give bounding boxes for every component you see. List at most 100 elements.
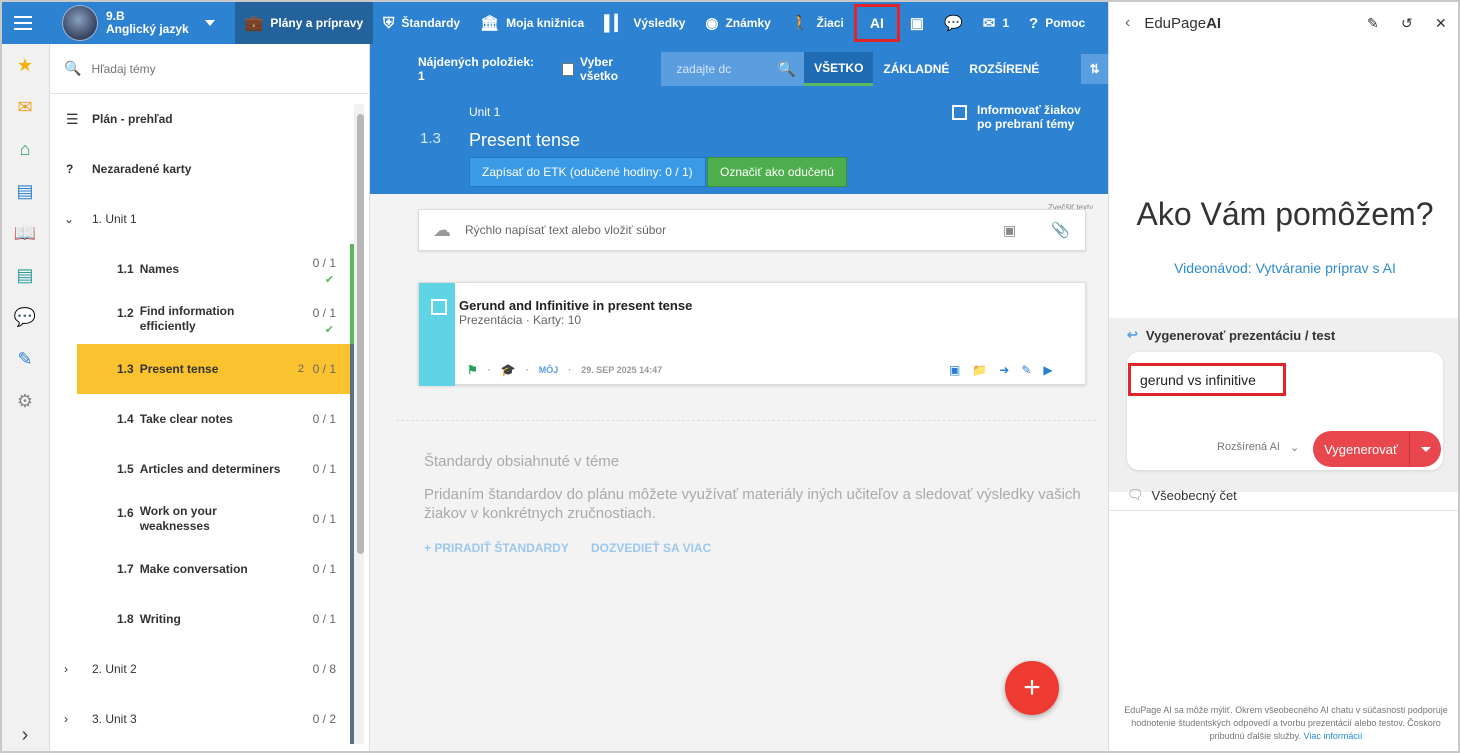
generate-button[interactable]: Vygenerovať xyxy=(1313,431,1441,467)
sort-icon[interactable]: ⇅ xyxy=(1081,54,1108,84)
panel-title-suffix: AI xyxy=(1206,14,1222,32)
select-all-label: Vyber všetko xyxy=(580,55,619,83)
notebook-icon[interactable]: ▤ xyxy=(14,180,36,202)
prompt-input[interactable]: gerund vs infinitive xyxy=(1128,363,1286,396)
topic-row[interactable]: 1.8 Writing 0 / 1 xyxy=(50,594,354,644)
topic-number: 1.3 xyxy=(420,130,441,147)
nav-grades[interactable]: ◉ Známky xyxy=(695,2,780,44)
nav-ai[interactable]: AI xyxy=(853,4,900,42)
topic-row[interactable]: 1.5 Articles and determiners 0 / 1 xyxy=(50,444,354,494)
scrollbar-thumb[interactable] xyxy=(357,114,364,554)
nav-help[interactable]: ? Pomoc xyxy=(1019,2,1095,44)
prompt-card: gerund vs infinitive Rozšírená AI ⌄ Vyge… xyxy=(1127,352,1443,470)
unsorted-row[interactable]: ? Nezaradené karty xyxy=(50,144,350,194)
card-search-input[interactable]: zadajte dc 🔍 xyxy=(660,52,805,86)
assign-standards-link[interactable]: + PRIRADIŤ ŠTANDARDY xyxy=(424,541,569,555)
divider xyxy=(396,420,1096,421)
standards-heading: Štandardy obsiahnuté v téme xyxy=(424,453,620,470)
bar-chart-icon: ▌▎ xyxy=(604,14,627,32)
notify-checkbox[interactable] xyxy=(952,105,967,120)
folder-icon[interactable]: 📁 xyxy=(972,363,987,377)
write-etk-button[interactable]: Zapísať do ETK (odučené hodiny: 0 / 1) xyxy=(469,157,706,187)
unit-row[interactable]: › 2. Unit 2 0 / 8 xyxy=(50,644,354,694)
history-icon[interactable]: ↺ xyxy=(1401,15,1413,32)
menu-icon[interactable] xyxy=(2,2,44,44)
card-date: 29. SEP 2025 14:47 xyxy=(581,365,663,375)
topic-row[interactable]: 1.2 Find information efficiently 0 / 1 ✔ xyxy=(50,294,354,344)
mail-icon[interactable]: ✉ xyxy=(14,96,36,118)
more-info-link[interactable]: Viac informácií xyxy=(1304,731,1363,741)
class-selector[interactable]: 9.B Anglický jazyk xyxy=(44,2,225,44)
pencil-icon[interactable]: ✎ xyxy=(1021,363,1031,377)
home-icon[interactable]: ⌂ xyxy=(14,138,36,160)
nav-results[interactable]: ▌▎ Výsledky xyxy=(594,2,695,44)
nav-cast[interactable]: ▣ xyxy=(900,2,934,44)
class-avatar xyxy=(62,5,98,41)
nav-students[interactable]: 🚶 Žiaci xyxy=(781,2,854,44)
card-checkbox[interactable] xyxy=(431,299,447,315)
topic-badge: 2 xyxy=(297,363,304,375)
topic-row[interactable]: 1.4 Take clear notes 0 / 1 xyxy=(50,394,354,444)
page-title: Present tense xyxy=(469,130,581,150)
book-icon[interactable]: 📖 xyxy=(14,222,36,244)
nav-messages[interactable]: ✉ 1 xyxy=(973,2,1019,44)
students-icon: 🚶 xyxy=(790,14,810,32)
card-subtitle: Prezentácia · Karty: 10 xyxy=(459,313,582,327)
topic-search-input[interactable] xyxy=(91,61,292,76)
message-count: 1 xyxy=(1002,16,1010,30)
card-meta: ⚑ · 🎓 · MÔJ · 29. SEP 2025 14:47 xyxy=(467,363,663,377)
unit-row[interactable]: ⌄ 1. Unit 1 xyxy=(50,194,350,244)
search-icon[interactable]: 🔍 xyxy=(777,60,796,78)
ai-panel-header: ‹ EduPage AI ✎ ↺ ✕ xyxy=(1109,2,1458,44)
messages-icon[interactable]: 💬 xyxy=(14,306,36,328)
top-bar: 9.B Anglický jazyk 💼 Plány a prípravy ⛨ … xyxy=(2,2,1108,44)
quick-write-input[interactable]: ☁ Rýchlo napísať text alebo vložiť súbor… xyxy=(418,209,1086,251)
topic-row[interactable]: 1.1 Names 0 / 1 ✔ xyxy=(50,244,354,294)
general-chat-item[interactable]: 🗨 Všeobecný čet xyxy=(1127,487,1237,503)
add-button[interactable]: + xyxy=(1005,661,1059,715)
question-icon: ? xyxy=(66,162,74,176)
nav-standards[interactable]: ⛨ Štandardy xyxy=(373,2,470,44)
briefcase-icon: 💼 xyxy=(244,14,264,32)
cast-icon[interactable]: ▣ xyxy=(949,363,960,377)
topic-row[interactable]: 1.6 Work on your weaknesses 0 / 1 xyxy=(50,494,354,544)
nav-chat[interactable]: 💬 xyxy=(934,2,973,44)
found-count: Nájdených položiek: 1 xyxy=(418,55,535,83)
attachment-icon[interactable]: 📎 xyxy=(1051,221,1070,239)
login-icon[interactable]: ➜ xyxy=(999,363,1009,377)
tab-all[interactable]: VŠETKO xyxy=(804,52,874,86)
chevron-right-icon[interactable]: › xyxy=(14,724,36,746)
select-all-checkbox[interactable] xyxy=(561,62,575,76)
shield-icon: ⛨ xyxy=(383,14,395,32)
play-icon[interactable]: ▶ xyxy=(1043,363,1052,377)
topic-row[interactable]: 1.7 Make conversation 0 / 1 xyxy=(50,544,354,594)
image-icon[interactable]: ▣ xyxy=(1003,222,1016,239)
tag-icon[interactable]: ⚑ xyxy=(467,363,478,377)
tab-basic[interactable]: ZÁKLADNÉ xyxy=(873,52,959,86)
gear-icon[interactable]: ⚙ xyxy=(14,390,36,412)
topic-content: Zvečšiť texty ☁ Rýchlo napísať text aleb… xyxy=(370,194,1108,751)
video-tutorial-link[interactable]: Videonávod: Vytváranie príprav s AI xyxy=(1109,260,1458,276)
close-icon[interactable]: ✕ xyxy=(1435,15,1447,32)
nav-plans[interactable]: 💼 Plány a prípravy xyxy=(234,2,374,44)
ai-mode-select[interactable]: Rozšírená AI ⌄ xyxy=(1217,441,1299,454)
pen-icon[interactable]: ✎ xyxy=(14,348,36,370)
learn-more-link[interactable]: DOZVEDIEŤ SA VIAC xyxy=(591,541,711,555)
mark-taught-button[interactable]: Označiť ako odučenú xyxy=(707,157,847,187)
material-card[interactable]: Gerund and Infinitive in present tense P… xyxy=(418,282,1086,386)
document-icon[interactable]: ▤ xyxy=(14,264,36,286)
edit-icon[interactable]: ✎ xyxy=(1367,15,1379,32)
library-icon: 🏛 xyxy=(480,14,500,32)
topic-row-active[interactable]: 1.3 Present tense 2 0 / 1 xyxy=(77,344,354,394)
chevron-down-icon xyxy=(204,20,215,26)
back-icon[interactable]: ‹ xyxy=(1125,14,1130,32)
reply-icon: ↩ xyxy=(1127,327,1138,342)
nav-library[interactable]: 🏛 Moja knižnica xyxy=(470,2,594,44)
graduation-cap-icon[interactable]: 🎓 xyxy=(501,363,516,377)
overview-row[interactable]: ☰ Plán - prehľad xyxy=(50,94,350,144)
generate-options-toggle[interactable] xyxy=(1409,431,1441,467)
star-icon[interactable]: ★ xyxy=(14,54,36,76)
chat-icon: 💬 xyxy=(944,14,963,32)
tab-extended[interactable]: ROZŠÍRENÉ xyxy=(959,52,1049,86)
unit-row[interactable]: › 3. Unit 3 0 / 2 xyxy=(50,694,354,744)
